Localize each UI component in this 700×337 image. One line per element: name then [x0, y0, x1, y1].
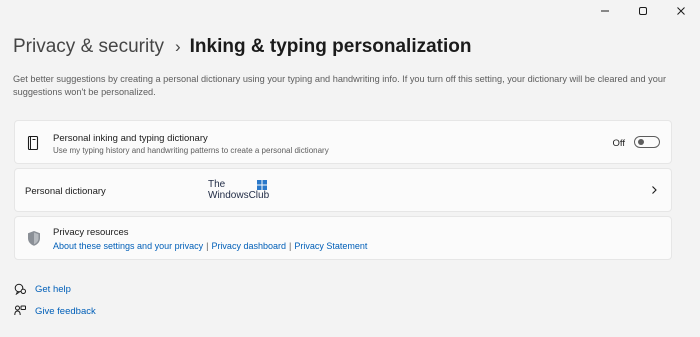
close-button[interactable] [662, 0, 700, 22]
page-description: Get better suggestions by creating a per… [13, 74, 667, 97]
link-separator: | [206, 241, 209, 251]
get-help-label: Get help [35, 283, 71, 295]
about-privacy-link[interactable]: About these settings and your privacy [53, 241, 203, 251]
chevron-right-icon [652, 186, 657, 194]
dictionary-setting-subtitle: Use my typing history and handwriting pa… [53, 146, 329, 155]
give-feedback-link[interactable]: Give feedback [14, 305, 96, 317]
toggle-knob [638, 139, 644, 145]
get-help-link[interactable]: Get help [14, 283, 71, 295]
minimize-button[interactable] [586, 0, 624, 22]
personal-dictionary-title: Personal dictionary [25, 186, 106, 197]
privacy-resources-title: Privacy resources [53, 227, 129, 238]
privacy-resources-card: Privacy resources About these settings a… [14, 216, 672, 260]
windows-logo-icon [257, 180, 267, 190]
restore-button[interactable] [624, 0, 662, 22]
shield-icon [28, 231, 40, 246]
privacy-statement-link[interactable]: Privacy Statement [294, 241, 367, 251]
breadcrumb: Privacy & security › Inking & typing per… [13, 36, 472, 58]
privacy-dashboard-link[interactable]: Privacy dashboard [211, 241, 286, 251]
restore-icon [639, 7, 647, 15]
breadcrumb-separator: › [174, 37, 181, 56]
dictionary-setting-card: Personal inking and typing dictionary Us… [14, 120, 672, 164]
watermark-line2: WindowsClub [208, 189, 270, 201]
give-feedback-label: Give feedback [35, 305, 96, 317]
help-chat-icon [14, 283, 26, 295]
minimize-icon [601, 10, 609, 12]
notebook-icon [27, 135, 39, 151]
close-icon [677, 7, 685, 15]
privacy-links: About these settings and your privacy | Pr… [53, 241, 367, 251]
page-title: Inking & typing personalization [189, 36, 472, 57]
personal-dictionary-card[interactable]: Personal dictionary The WindowsClub [14, 168, 672, 212]
dictionary-toggle[interactable] [634, 136, 660, 148]
toggle-state-label: Off [612, 138, 626, 149]
window-controls [586, 0, 700, 24]
breadcrumb-parent-link[interactable]: Privacy & security [13, 36, 164, 58]
feedback-icon [14, 305, 26, 316]
link-separator: | [288, 241, 292, 251]
dictionary-setting-title: Personal inking and typing dictionary [53, 133, 208, 144]
